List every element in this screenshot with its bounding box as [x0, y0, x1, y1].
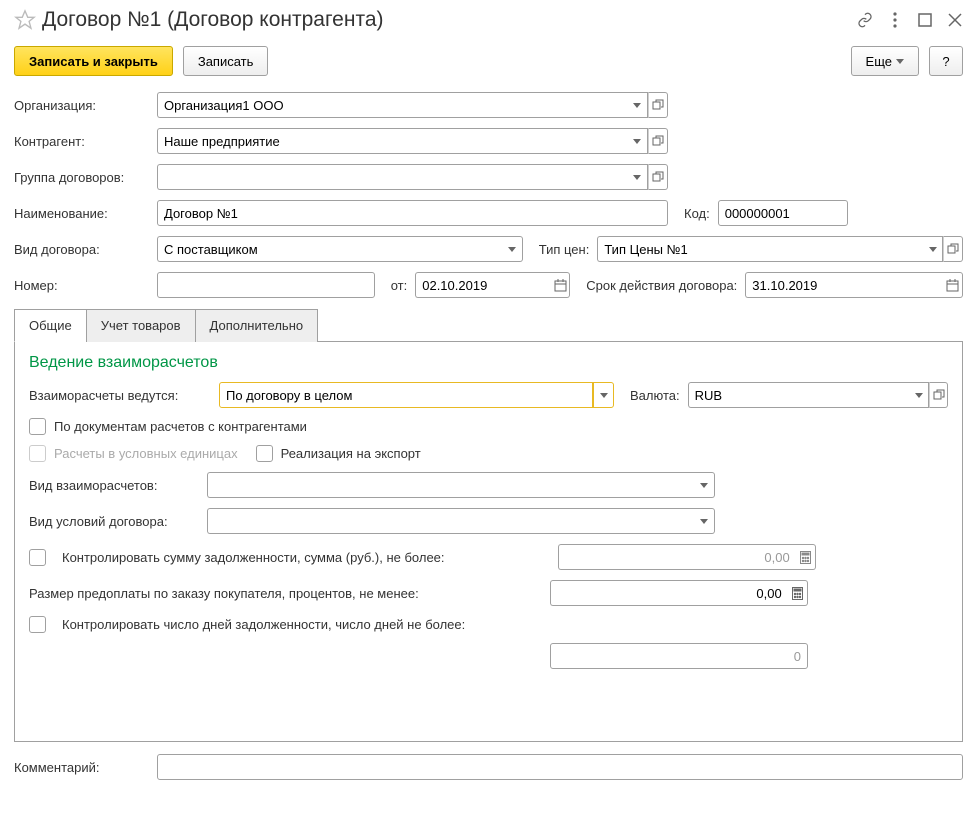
- settlements-label: Взаиморасчеты ведутся:: [29, 388, 211, 403]
- control-debt-sum-input: [558, 544, 796, 570]
- from-date-input[interactable]: [415, 272, 551, 298]
- control-days-input: [550, 643, 808, 669]
- valid-until-label: Срок действия договора:: [586, 278, 737, 293]
- prepayment-label: Размер предоплаты по заказу покупателя, …: [29, 586, 542, 601]
- code-label: Код:: [684, 206, 710, 221]
- control-debt-sum-checkbox[interactable]: [29, 549, 46, 566]
- chevron-down-icon: [929, 247, 937, 252]
- control-debt-sum-label: Контролировать сумму задолженности, сумм…: [62, 550, 550, 565]
- close-icon[interactable]: [947, 12, 963, 28]
- contract-group-input[interactable]: [157, 164, 627, 190]
- counterparty-open-button[interactable]: [648, 128, 668, 154]
- currency-label: Валюта:: [630, 388, 680, 403]
- currency-open-button[interactable]: [929, 382, 948, 408]
- export-sale-checkbox[interactable]: [256, 445, 273, 462]
- settlements-dropdown-button[interactable]: [593, 382, 614, 408]
- currency-dropdown-button[interactable]: [910, 382, 929, 408]
- chevron-down-icon: [896, 59, 904, 64]
- name-label: Наименование:: [14, 206, 149, 221]
- price-type-open-button[interactable]: [943, 236, 963, 262]
- chevron-down-icon: [633, 175, 641, 180]
- chevron-down-icon: [915, 393, 923, 398]
- conventional-units-checkbox: [29, 445, 46, 462]
- contract-group-dropdown-button[interactable]: [627, 164, 647, 190]
- chevron-down-icon: [633, 103, 641, 108]
- from-date-picker-button[interactable]: [551, 272, 570, 298]
- contract-group-label: Группа договоров:: [14, 170, 149, 185]
- settlement-kind-input[interactable]: [207, 472, 694, 498]
- contract-type-input[interactable]: [157, 236, 502, 262]
- currency-input[interactable]: [688, 382, 911, 408]
- calculator-icon[interactable]: [796, 544, 816, 570]
- tab-goods[interactable]: Учет товаров: [86, 309, 196, 342]
- control-days-label: Контролировать число дней задолженности,…: [62, 617, 550, 632]
- contract-type-label: Вид договора:: [14, 242, 149, 257]
- price-type-input[interactable]: [597, 236, 923, 262]
- save-button[interactable]: Записать: [183, 46, 269, 76]
- by-documents-label: По документам расчетов с контрагентами: [54, 419, 307, 434]
- organization-dropdown-button[interactable]: [627, 92, 647, 118]
- price-type-label: Тип цен:: [539, 242, 590, 257]
- help-button[interactable]: ?: [929, 46, 963, 76]
- link-icon[interactable]: [857, 12, 873, 28]
- valid-until-input[interactable]: [745, 272, 943, 298]
- valid-until-picker-button[interactable]: [943, 272, 963, 298]
- contract-group-open-button[interactable]: [648, 164, 668, 190]
- counterparty-dropdown-button[interactable]: [627, 128, 647, 154]
- more-button[interactable]: Еще: [851, 46, 919, 76]
- tab-body-general: Ведение взаиморасчетов Взаиморасчеты вед…: [14, 342, 963, 742]
- counterparty-label: Контрагент:: [14, 134, 149, 149]
- comment-label: Комментарий:: [14, 760, 149, 775]
- toolbar: Записать и закрыть Записать Еще ?: [14, 46, 963, 76]
- price-type-dropdown-button[interactable]: [924, 236, 944, 262]
- conventional-units-label: Расчеты в условных единицах: [54, 446, 238, 461]
- name-input[interactable]: [157, 200, 668, 226]
- settlement-kind-label: Вид взаиморасчетов:: [29, 478, 199, 493]
- from-label: от:: [391, 278, 408, 293]
- chevron-down-icon: [700, 483, 708, 488]
- window-title: Договор №1 (Договор контрагента): [42, 8, 857, 32]
- prepayment-input[interactable]: [550, 580, 788, 606]
- maximize-icon[interactable]: [917, 12, 933, 28]
- comment-input[interactable]: [157, 754, 963, 780]
- chevron-down-icon: [508, 247, 516, 252]
- tab-general[interactable]: Общие: [14, 309, 87, 342]
- code-input[interactable]: [718, 200, 848, 226]
- contract-type-dropdown-button[interactable]: [502, 236, 523, 262]
- by-documents-checkbox[interactable]: [29, 418, 46, 435]
- control-days-checkbox[interactable]: [29, 616, 46, 633]
- tab-extra[interactable]: Дополнительно: [195, 309, 319, 342]
- chevron-down-icon: [700, 519, 708, 524]
- calculator-icon[interactable]: [788, 580, 808, 606]
- tabs: Общие Учет товаров Дополнительно: [14, 308, 963, 342]
- favorite-star-icon[interactable]: [14, 9, 36, 31]
- contract-terms-label: Вид условий договора:: [29, 514, 199, 529]
- kebab-menu-icon[interactable]: [887, 12, 903, 28]
- organization-input[interactable]: [157, 92, 627, 118]
- counterparty-input[interactable]: [157, 128, 627, 154]
- settlements-input[interactable]: [219, 382, 593, 408]
- chevron-down-icon: [600, 393, 608, 398]
- save-close-button[interactable]: Записать и закрыть: [14, 46, 173, 76]
- settlements-section-title: Ведение взаиморасчетов: [29, 354, 948, 372]
- more-button-label: Еще: [866, 54, 892, 69]
- export-sale-label: Реализация на экспорт: [281, 446, 421, 461]
- number-input[interactable]: [157, 272, 375, 298]
- settlement-kind-dropdown-button[interactable]: [694, 472, 715, 498]
- organization-open-button[interactable]: [648, 92, 668, 118]
- number-label: Номер:: [14, 278, 149, 293]
- contract-terms-dropdown-button[interactable]: [694, 508, 715, 534]
- chevron-down-icon: [633, 139, 641, 144]
- contract-terms-input[interactable]: [207, 508, 694, 534]
- window-header: Договор №1 (Договор контрагента): [14, 8, 963, 32]
- organization-label: Организация:: [14, 98, 149, 113]
